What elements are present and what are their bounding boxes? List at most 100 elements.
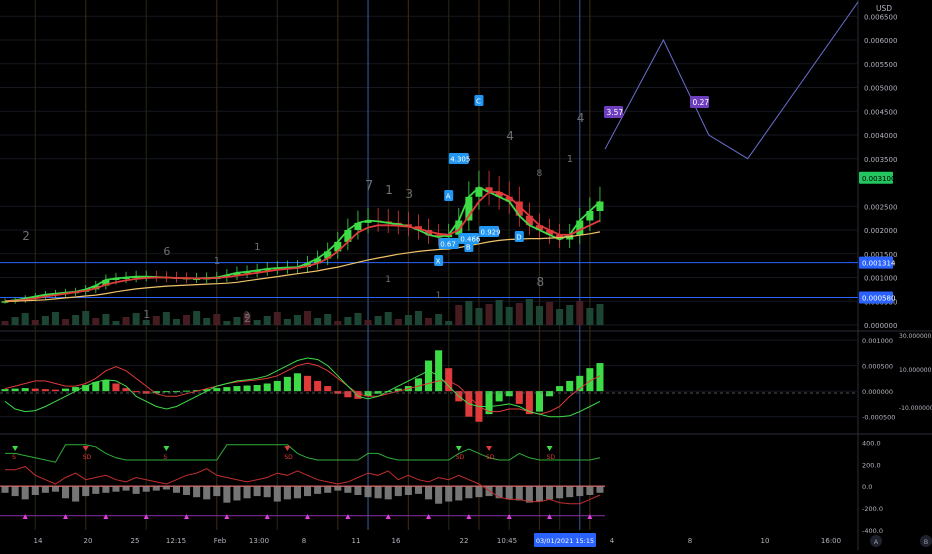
macd-histogram-bar [425, 360, 433, 392]
volume-bar [455, 305, 463, 325]
macd-histogram-bar [132, 391, 140, 393]
volume-bar [475, 308, 483, 325]
volume-bar [334, 321, 342, 325]
volume-bar [172, 319, 180, 325]
signal-label: S [163, 454, 167, 461]
volume-bar [485, 304, 493, 325]
macd-histogram-bar [31, 388, 39, 392]
volume-bar [566, 305, 574, 325]
volume-bar [505, 307, 513, 325]
macd-histogram-bar [556, 386, 564, 392]
volume-bar [515, 303, 523, 325]
volume-bar [314, 318, 322, 325]
macd-histogram-bar [102, 379, 110, 392]
macd-histogram-bar [263, 383, 271, 392]
macd-histogram-bar [293, 373, 301, 392]
osc-bar [425, 486, 433, 500]
macd-histogram-bar [505, 391, 513, 397]
x-tick-label: 4 [610, 537, 615, 545]
price-tick-label: 0.005000 [864, 85, 897, 93]
osc-bar [31, 486, 39, 495]
fib-badge-label: 3.57 [607, 108, 624, 117]
macd-tick-label: 0.001000 [862, 337, 893, 345]
volume-bar [465, 301, 473, 325]
wave-label: 8 [536, 275, 544, 289]
osc-bar [142, 486, 150, 492]
price-tick-label: 0.006000 [864, 37, 897, 45]
volume-bar [283, 319, 291, 325]
volume-bar [31, 320, 39, 325]
x-tick-label: 14 [34, 537, 43, 545]
volume-bar [293, 315, 301, 325]
price-pane: 26117 1 31 2484111812CA4.3050.67XB0.4660.92… [0, 1, 859, 325]
signal-arrow [163, 446, 170, 451]
chart-canvas[interactable]: 26117 1 31 2484111812CA4.3050.67XB0.4660.92… [0, 0, 932, 550]
macd-histogram-bar [223, 387, 231, 392]
signal-label: SD [456, 454, 465, 461]
signal-label: S [12, 454, 16, 461]
x-tick-label: 10:45 [497, 537, 517, 545]
osc-bar [132, 486, 140, 494]
osc-bar [273, 486, 281, 502]
osc-bar [1, 486, 9, 493]
volume-bar [62, 319, 70, 325]
osc-bar [62, 486, 70, 499]
osc-bar [495, 486, 503, 499]
volume-bar [102, 314, 110, 325]
volume-bar [11, 317, 19, 325]
osc-bar [122, 486, 130, 491]
osc-bar [374, 486, 382, 499]
macd-histogram-bar [414, 378, 422, 392]
wave-label: 2 [22, 229, 30, 243]
volume-bar [152, 316, 160, 325]
volume-bar [364, 320, 372, 325]
volume-bar [72, 315, 80, 325]
signal-arrow [12, 446, 19, 451]
osc-triangle-marker [103, 514, 109, 519]
volume-bar [92, 318, 100, 325]
signal-label: SD [83, 454, 92, 461]
x-tick-label: 20 [84, 537, 93, 545]
macd-histogram-bar [304, 375, 312, 392]
trading-chart[interactable]: 2 6 1 1 7 1 3 1 2 4 8 4 1 1 1 8 1 2 C A 4.305 0.67 X B 0.466 0.92… [0, 0, 932, 550]
corner-button-label: B [924, 538, 928, 546]
volume-bar [183, 315, 191, 325]
macd-histogram-bar [344, 391, 352, 398]
grid [0, 0, 932, 550]
osc-bar [364, 486, 372, 498]
price-tick-label: 0.003500 [864, 156, 897, 164]
osc-triangle-marker [587, 514, 593, 519]
osc-bar [394, 486, 402, 497]
osc-tick-label: 0.0 [862, 483, 872, 491]
volume-bar [82, 311, 90, 325]
volume-bar [203, 318, 211, 325]
osc-bar [535, 486, 543, 502]
volume-bar [435, 314, 443, 325]
volume-bar [324, 314, 332, 325]
currency-label: USD [876, 4, 892, 13]
osc-bar [324, 486, 332, 493]
osc-triangle-marker [264, 514, 270, 519]
wave-label: 1 [567, 154, 573, 165]
level-tag-label: 0.001314 [862, 260, 896, 268]
volume-bar [445, 321, 453, 325]
volume-bar [263, 316, 271, 325]
signal-arrow [546, 446, 553, 451]
volume-bar [394, 319, 402, 325]
volume-bar [495, 300, 503, 325]
macd-histogram-bar [72, 387, 80, 392]
level-tag-label: 0.000580 [862, 294, 895, 302]
macd-histogram-bar [51, 389, 59, 392]
osc-bar [253, 486, 261, 497]
price-tick-label: 0.004500 [864, 108, 897, 116]
macd-right-tick-label: -10.000000 [899, 405, 932, 412]
x-tick-label: 25 [131, 537, 140, 545]
x-tick-label: 16:00 [821, 537, 841, 545]
osc-bar [112, 486, 120, 492]
x-tick-label: 12:15 [166, 537, 186, 545]
wave-label: 6 [163, 245, 170, 258]
volume-bar [556, 309, 564, 325]
signal-arrow [82, 446, 89, 451]
osc-bar [525, 486, 533, 503]
wave-label: 8 [536, 169, 542, 179]
